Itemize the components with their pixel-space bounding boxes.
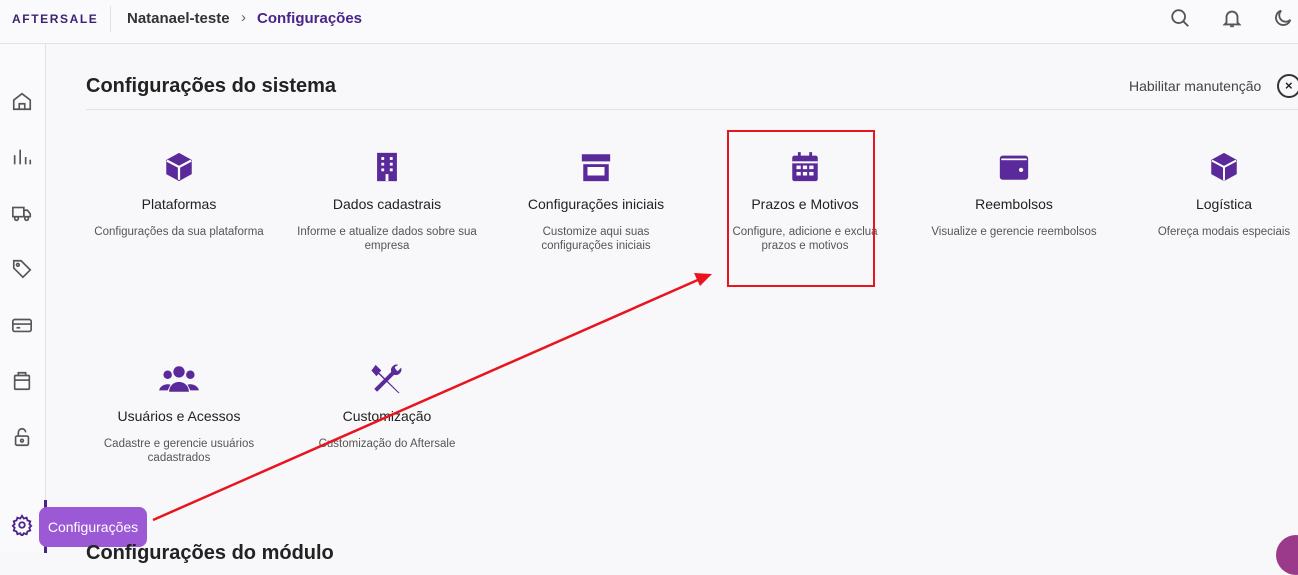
section-title: Configurações do módulo	[86, 542, 334, 564]
annotation-arrow	[152, 273, 712, 522]
